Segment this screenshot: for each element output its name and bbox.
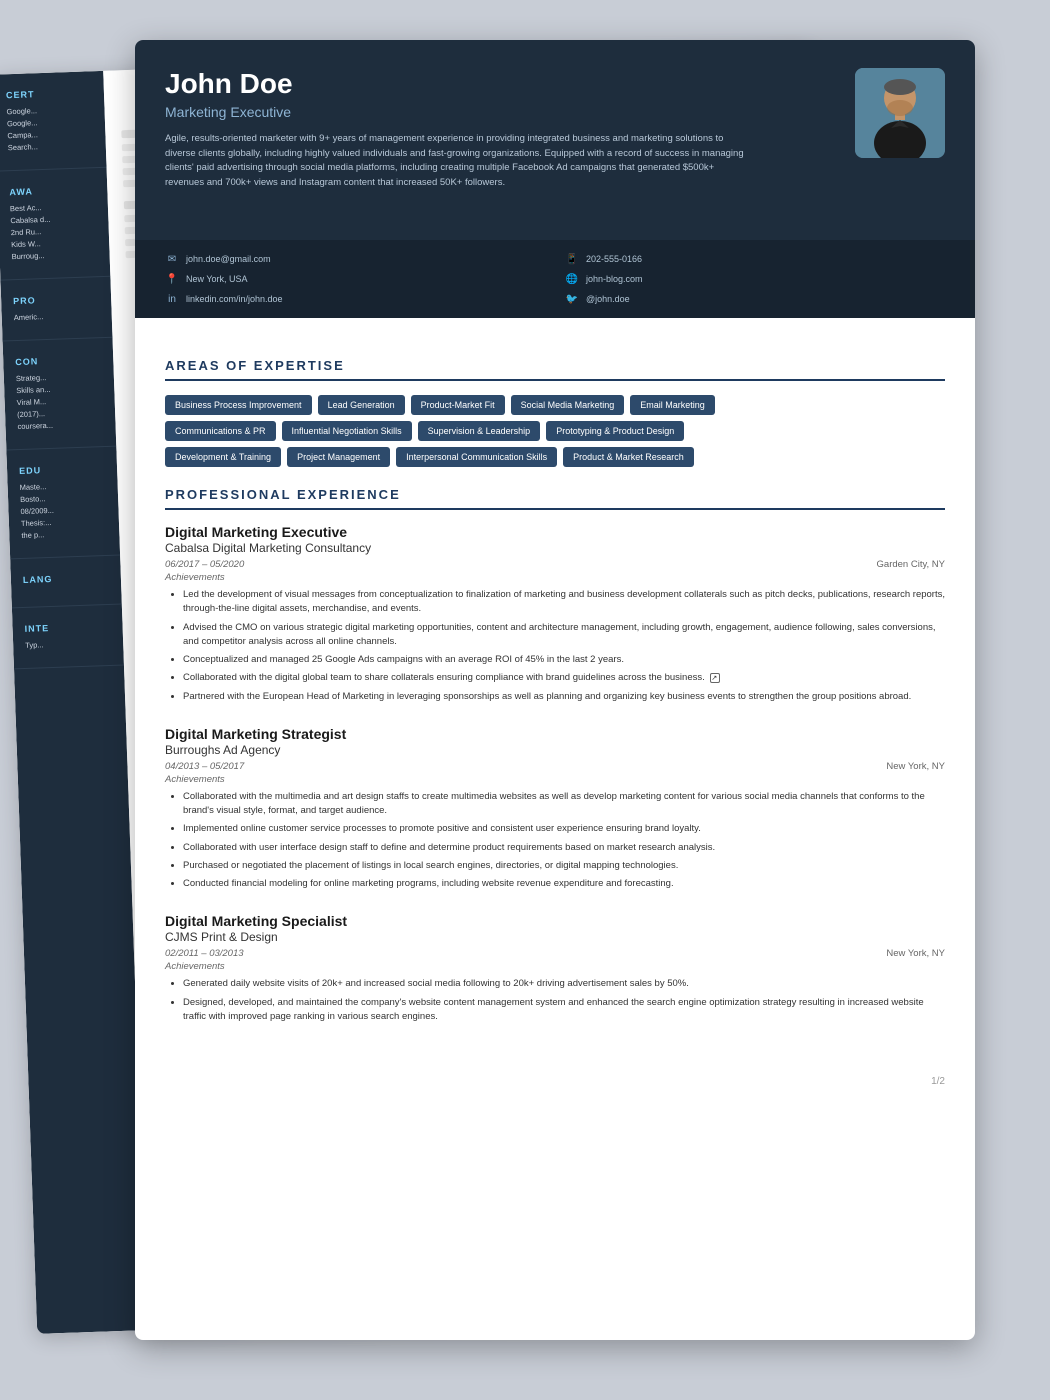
job-1-bullets: Led the development of visual messages f… xyxy=(165,588,945,704)
header-top: John Doe Marketing Executive Agile, resu… xyxy=(165,68,945,191)
job-2-achievements-label: Achievements xyxy=(165,774,945,785)
job-2-bullet-5: Conducted financial modeling for online … xyxy=(183,877,945,891)
expertise-section-title: AREAS OF EXPERTISE xyxy=(165,358,945,381)
twitter-icon: 🐦 xyxy=(565,292,579,306)
expertise-tags-row1: Business Process Improvement Lead Genera… xyxy=(165,395,945,415)
candidate-summary: Agile, results-oriented marketer with 9+… xyxy=(165,132,745,191)
job-1-bullet-2: Advised the CMO on various strategic dig… xyxy=(183,621,945,650)
tag-interpersonal: Interpersonal Communication Skills xyxy=(396,447,557,467)
bg-label-pro: PRO xyxy=(13,293,99,306)
contact-linkedin: in linkedin.com/in/john.doe xyxy=(165,292,545,306)
bg-sidebar-lang: LANG xyxy=(10,556,122,609)
tag-business-process: Business Process Improvement xyxy=(165,395,312,415)
bg-label-inte: INTE xyxy=(24,621,110,634)
job-2-bullets: Collaborated with the multimedia and art… xyxy=(165,790,945,892)
candidate-name: John Doe xyxy=(165,68,835,100)
contact-phone: 📱 202-555-0166 xyxy=(565,252,945,266)
contact-location: 📍 New York, USA xyxy=(165,272,545,286)
tag-product-market-fit: Product-Market Fit xyxy=(411,395,505,415)
photo-svg xyxy=(855,68,945,158)
job-1-title: Digital Marketing Executive xyxy=(165,524,945,540)
job-2-meta: 04/2013 – 05/2017 New York, NY xyxy=(165,761,945,772)
job-1-location: Garden City, NY xyxy=(877,559,945,570)
job-2-title: Digital Marketing Strategist xyxy=(165,726,945,742)
job-2-bullet-1: Collaborated with the multimedia and art… xyxy=(183,790,945,819)
bg-sidebar-awa: AWA Best Ac... Cabalsa d... 2nd Ru... Ki… xyxy=(0,168,110,281)
bg-sidebar-inte: INTE Typ... xyxy=(12,605,124,670)
job-3-meta: 02/2011 – 03/2013 New York, NY xyxy=(165,948,945,959)
tag-product-market-research: Product & Market Research xyxy=(563,447,694,467)
contact-bar: ✉ john.doe@gmail.com 📱 202-555-0166 📍 Ne… xyxy=(135,240,975,318)
job-3-location: New York, NY xyxy=(886,948,945,959)
website-icon: 🌐 xyxy=(565,272,579,286)
contact-twitter: 🐦 @john.doe xyxy=(565,292,945,306)
bg-label-lang: LANG xyxy=(23,572,109,585)
job-3-bullet-2: Designed, developed, and maintained the … xyxy=(183,996,945,1025)
page-number: 1/2 xyxy=(135,1066,975,1102)
tag-supervision: Supervision & Leadership xyxy=(418,421,541,441)
bg-label-con: CON xyxy=(15,354,101,367)
linkedin-icon: in xyxy=(165,292,179,306)
job-1-dates: 06/2017 – 05/2020 xyxy=(165,559,244,570)
bg-sidebar-edu: EDU Maste... Bosto... 08/2009... Thesis:… xyxy=(6,447,120,560)
job-2-bullet-3: Collaborated with user interface design … xyxy=(183,841,945,855)
tag-negotiation: Influential Negotiation Skills xyxy=(282,421,412,441)
job-3: Digital Marketing Specialist CJMS Print … xyxy=(165,913,945,1024)
email-icon: ✉ xyxy=(165,252,179,266)
job-3-bullet-1: Generated daily website visits of 20k+ a… xyxy=(183,977,945,991)
job-1: Digital Marketing Executive Cabalsa Digi… xyxy=(165,524,945,704)
tag-social-media: Social Media Marketing xyxy=(511,395,625,415)
job-1-bullet-1: Led the development of visual messages f… xyxy=(183,588,945,617)
job-2-bullet-4: Purchased or negotiated the placement of… xyxy=(183,859,945,873)
job-1-bullet-5: Partnered with the European Head of Mark… xyxy=(183,690,945,704)
tag-email-marketing: Email Marketing xyxy=(630,395,715,415)
job-1-company: Cabalsa Digital Marketing Consultancy xyxy=(165,541,945,555)
job-2-bullet-2: Implemented online customer service proc… xyxy=(183,822,945,836)
job-2-company: Burroughs Ad Agency xyxy=(165,743,945,757)
job-1-bullet-4: Collaborated with the digital global tea… xyxy=(183,671,945,685)
job-1-bullet-3: Conceptualized and managed 25 Google Ads… xyxy=(183,653,945,667)
location-icon: 📍 xyxy=(165,272,179,286)
job-3-bullets: Generated daily website visits of 20k+ a… xyxy=(165,977,945,1024)
resume-header: John Doe Marketing Executive Agile, resu… xyxy=(135,40,975,240)
contact-email: ✉ john.doe@gmail.com xyxy=(165,252,545,266)
tag-project-management: Project Management xyxy=(287,447,390,467)
candidate-title: Marketing Executive xyxy=(165,104,835,120)
bg-sidebar-con: CON Strateg... Skills an... Viral M... (… xyxy=(3,338,117,451)
bg-sidebar-pro: PRO Americ... xyxy=(0,277,112,342)
bg-sidebar-cert: CERT Google... Google... Campa... Search… xyxy=(0,71,107,172)
expertise-tags-row3: Development & Training Project Managemen… xyxy=(165,447,945,467)
bg-label-edu: EDU xyxy=(19,463,105,476)
job-3-title: Digital Marketing Specialist xyxy=(165,913,945,929)
tag-lead-generation: Lead Generation xyxy=(318,395,405,415)
resume-scene: CERT Google... Google... Campa... Search… xyxy=(75,40,975,1360)
job-3-company: CJMS Print & Design xyxy=(165,930,945,944)
resume-body: AREAS OF EXPERTISE Business Process Impr… xyxy=(135,318,975,1066)
job-3-dates: 02/2011 – 03/2013 xyxy=(165,948,244,959)
job-1-achievements-label: Achievements xyxy=(165,572,945,583)
candidate-photo xyxy=(855,68,945,158)
tag-communications-pr: Communications & PR xyxy=(165,421,276,441)
bg-label-awa: AWA xyxy=(9,184,95,197)
tag-development-training: Development & Training xyxy=(165,447,281,467)
job-2: Digital Marketing Strategist Burroughs A… xyxy=(165,726,945,892)
contact-website: 🌐 john-blog.com xyxy=(565,272,945,286)
header-name-block: John Doe Marketing Executive Agile, resu… xyxy=(165,68,835,191)
phone-icon: 📱 xyxy=(565,252,579,266)
job-1-meta: 06/2017 – 05/2020 Garden City, NY xyxy=(165,559,945,570)
bg-label-cert: CERT xyxy=(6,87,92,100)
job-2-location: New York, NY xyxy=(886,761,945,772)
job-2-dates: 04/2013 – 05/2017 xyxy=(165,761,244,772)
main-resume-page: John Doe Marketing Executive Agile, resu… xyxy=(135,40,975,1340)
job-3-achievements-label: Achievements xyxy=(165,961,945,972)
tag-prototyping: Prototyping & Product Design xyxy=(546,421,684,441)
expertise-tags-row2: Communications & PR Influential Negotiat… xyxy=(165,421,945,441)
external-link-icon: ↗ xyxy=(710,673,720,683)
experience-section-title: PROFESSIONAL EXPERIENCE xyxy=(165,487,945,510)
